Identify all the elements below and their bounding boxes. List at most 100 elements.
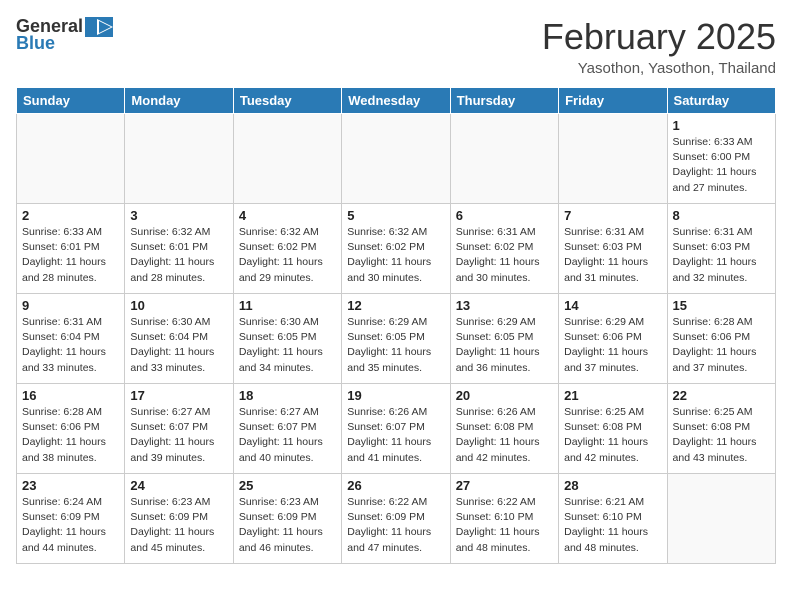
day-info: Sunrise: 6:22 AM Sunset: 6:09 PM Dayligh… <box>347 495 444 556</box>
day-info: Sunrise: 6:26 AM Sunset: 6:08 PM Dayligh… <box>456 405 553 466</box>
day-info: Sunrise: 6:30 AM Sunset: 6:04 PM Dayligh… <box>130 315 227 376</box>
calendar-day-cell: 24Sunrise: 6:23 AM Sunset: 6:09 PM Dayli… <box>125 474 233 564</box>
day-of-week-header: Wednesday <box>342 88 450 114</box>
calendar-day-cell: 26 Sunrise: 6:22 AM Sunset: 6:09 PM Dayli… <box>342 474 450 564</box>
day-of-week-header: Saturday <box>667 88 775 114</box>
calendar-day-cell: 25 Sunrise: 6:23 AM Sunset: 6:09 PM Dayli… <box>233 474 341 564</box>
day-info: Sunrise: 6:30 AM Sunset: 6:05 PM Dayligh… <box>239 315 336 376</box>
calendar-day-cell: 11 Sunrise: 6:30 AM Sunset: 6:05 PM Dayli… <box>233 294 341 384</box>
calendar-day-cell: 19 Sunrise: 6:26 AM Sunset: 6:07 PM Dayli… <box>342 384 450 474</box>
calendar-day-cell: 3 Sunrise: 6:32 AM Sunset: 6:01 PM Daylig… <box>125 204 233 294</box>
day-info: Sunrise: 6:32 AM Sunset: 6:02 PM Dayligh… <box>239 225 336 286</box>
day-number: 6 <box>456 208 553 223</box>
calendar-day-cell: 22Sunrise: 6:25 AM Sunset: 6:08 PM Dayli… <box>667 384 775 474</box>
logo: General Blue <box>16 16 113 54</box>
day-info: Sunrise: 6:31 AM Sunset: 6:03 PM Dayligh… <box>673 225 770 286</box>
day-number: 28 <box>564 478 661 493</box>
calendar-day-cell: 6 Sunrise: 6:31 AM Sunset: 6:02 PM Daylig… <box>450 204 558 294</box>
logo-flag-icon <box>85 17 113 37</box>
calendar-day-cell: 12Sunrise: 6:29 AM Sunset: 6:05 PM Dayli… <box>342 294 450 384</box>
day-number: 16 <box>22 388 119 403</box>
day-info: Sunrise: 6:33 AM Sunset: 6:00 PM Dayligh… <box>673 135 770 196</box>
calendar-day-cell: 5 Sunrise: 6:32 AM Sunset: 6:02 PM Daylig… <box>342 204 450 294</box>
day-info: Sunrise: 6:32 AM Sunset: 6:01 PM Dayligh… <box>130 225 227 286</box>
day-info: Sunrise: 6:23 AM Sunset: 6:09 PM Dayligh… <box>239 495 336 556</box>
calendar-week-row: 2 Sunrise: 6:33 AM Sunset: 6:01 PM Daylig… <box>17 204 776 294</box>
logo-blue: Blue <box>16 33 55 54</box>
calendar-day-cell <box>450 114 558 204</box>
day-info: Sunrise: 6:31 AM Sunset: 6:04 PM Dayligh… <box>22 315 119 376</box>
calendar-day-cell <box>233 114 341 204</box>
title-block: February 2025 Yasothon, Yasothon, Thaila… <box>542 16 776 77</box>
day-info: Sunrise: 6:31 AM Sunset: 6:03 PM Dayligh… <box>564 225 661 286</box>
day-number: 18 <box>239 388 336 403</box>
day-of-week-header: Monday <box>125 88 233 114</box>
day-number: 2 <box>22 208 119 223</box>
day-of-week-header: Tuesday <box>233 88 341 114</box>
day-info: Sunrise: 6:28 AM Sunset: 6:06 PM Dayligh… <box>673 315 770 376</box>
calendar-week-row: 16 Sunrise: 6:28 AM Sunset: 6:06 PM Dayli… <box>17 384 776 474</box>
day-number: 21 <box>564 388 661 403</box>
calendar-title: February 2025 <box>542 16 776 58</box>
calendar-day-cell: 8 Sunrise: 6:31 AM Sunset: 6:03 PM Daylig… <box>667 204 775 294</box>
calendar-day-cell <box>667 474 775 564</box>
day-number: 15 <box>673 298 770 313</box>
calendar-day-cell: 18 Sunrise: 6:27 AM Sunset: 6:07 PM Dayli… <box>233 384 341 474</box>
calendar-day-cell <box>342 114 450 204</box>
day-number: 14 <box>564 298 661 313</box>
calendar-day-cell: 16 Sunrise: 6:28 AM Sunset: 6:06 PM Dayli… <box>17 384 125 474</box>
calendar-day-cell: 9 Sunrise: 6:31 AM Sunset: 6:04 PM Daylig… <box>17 294 125 384</box>
calendar-day-cell: 21Sunrise: 6:25 AM Sunset: 6:08 PM Dayli… <box>559 384 667 474</box>
day-info: Sunrise: 6:31 AM Sunset: 6:02 PM Dayligh… <box>456 225 553 286</box>
day-info: Sunrise: 6:29 AM Sunset: 6:06 PM Dayligh… <box>564 315 661 376</box>
day-number: 23 <box>22 478 119 493</box>
day-number: 7 <box>564 208 661 223</box>
calendar-table: SundayMondayTuesdayWednesdayThursdayFrid… <box>16 87 776 564</box>
day-number: 12 <box>347 298 444 313</box>
calendar-day-cell: 20 Sunrise: 6:26 AM Sunset: 6:08 PM Dayli… <box>450 384 558 474</box>
day-number: 17 <box>130 388 227 403</box>
day-number: 3 <box>130 208 227 223</box>
calendar-day-cell: 23 Sunrise: 6:24 AM Sunset: 6:09 PM Dayli… <box>17 474 125 564</box>
calendar-week-row: 1 Sunrise: 6:33 AM Sunset: 6:00 PM Daylig… <box>17 114 776 204</box>
calendar-day-cell: 27 Sunrise: 6:22 AM Sunset: 6:10 PM Dayli… <box>450 474 558 564</box>
day-of-week-header: Thursday <box>450 88 558 114</box>
day-number: 4 <box>239 208 336 223</box>
calendar-location: Yasothon, Yasothon, Thailand <box>542 60 776 77</box>
day-info: Sunrise: 6:27 AM Sunset: 6:07 PM Dayligh… <box>130 405 227 466</box>
calendar-day-cell <box>559 114 667 204</box>
day-number: 24 <box>130 478 227 493</box>
day-number: 10 <box>130 298 227 313</box>
day-info: Sunrise: 6:32 AM Sunset: 6:02 PM Dayligh… <box>347 225 444 286</box>
day-number: 20 <box>456 388 553 403</box>
day-number: 13 <box>456 298 553 313</box>
day-info: Sunrise: 6:29 AM Sunset: 6:05 PM Dayligh… <box>456 315 553 376</box>
day-number: 9 <box>22 298 119 313</box>
day-number: 26 <box>347 478 444 493</box>
day-info: Sunrise: 6:22 AM Sunset: 6:10 PM Dayligh… <box>456 495 553 556</box>
calendar-day-cell: 28 Sunrise: 6:21 AM Sunset: 6:10 PM Dayli… <box>559 474 667 564</box>
day-number: 19 <box>347 388 444 403</box>
day-number: 8 <box>673 208 770 223</box>
day-info: Sunrise: 6:21 AM Sunset: 6:10 PM Dayligh… <box>564 495 661 556</box>
day-number: 1 <box>673 118 770 133</box>
calendar-day-cell: 4 Sunrise: 6:32 AM Sunset: 6:02 PM Daylig… <box>233 204 341 294</box>
day-info: Sunrise: 6:24 AM Sunset: 6:09 PM Dayligh… <box>22 495 119 556</box>
day-number: 27 <box>456 478 553 493</box>
day-info: Sunrise: 6:26 AM Sunset: 6:07 PM Dayligh… <box>347 405 444 466</box>
calendar-day-cell <box>125 114 233 204</box>
day-info: Sunrise: 6:28 AM Sunset: 6:06 PM Dayligh… <box>22 405 119 466</box>
day-number: 11 <box>239 298 336 313</box>
calendar-week-row: 9 Sunrise: 6:31 AM Sunset: 6:04 PM Daylig… <box>17 294 776 384</box>
day-info: Sunrise: 6:27 AM Sunset: 6:07 PM Dayligh… <box>239 405 336 466</box>
day-number: 22 <box>673 388 770 403</box>
day-number: 25 <box>239 478 336 493</box>
calendar-day-cell: 13 Sunrise: 6:29 AM Sunset: 6:05 PM Dayli… <box>450 294 558 384</box>
calendar-day-cell: 17 Sunrise: 6:27 AM Sunset: 6:07 PM Dayli… <box>125 384 233 474</box>
calendar-day-cell: 10 Sunrise: 6:30 AM Sunset: 6:04 PM Dayli… <box>125 294 233 384</box>
calendar-day-cell: 2 Sunrise: 6:33 AM Sunset: 6:01 PM Daylig… <box>17 204 125 294</box>
calendar-day-cell: 1 Sunrise: 6:33 AM Sunset: 6:00 PM Daylig… <box>667 114 775 204</box>
day-info: Sunrise: 6:33 AM Sunset: 6:01 PM Dayligh… <box>22 225 119 286</box>
day-of-week-header: Friday <box>559 88 667 114</box>
day-number: 5 <box>347 208 444 223</box>
